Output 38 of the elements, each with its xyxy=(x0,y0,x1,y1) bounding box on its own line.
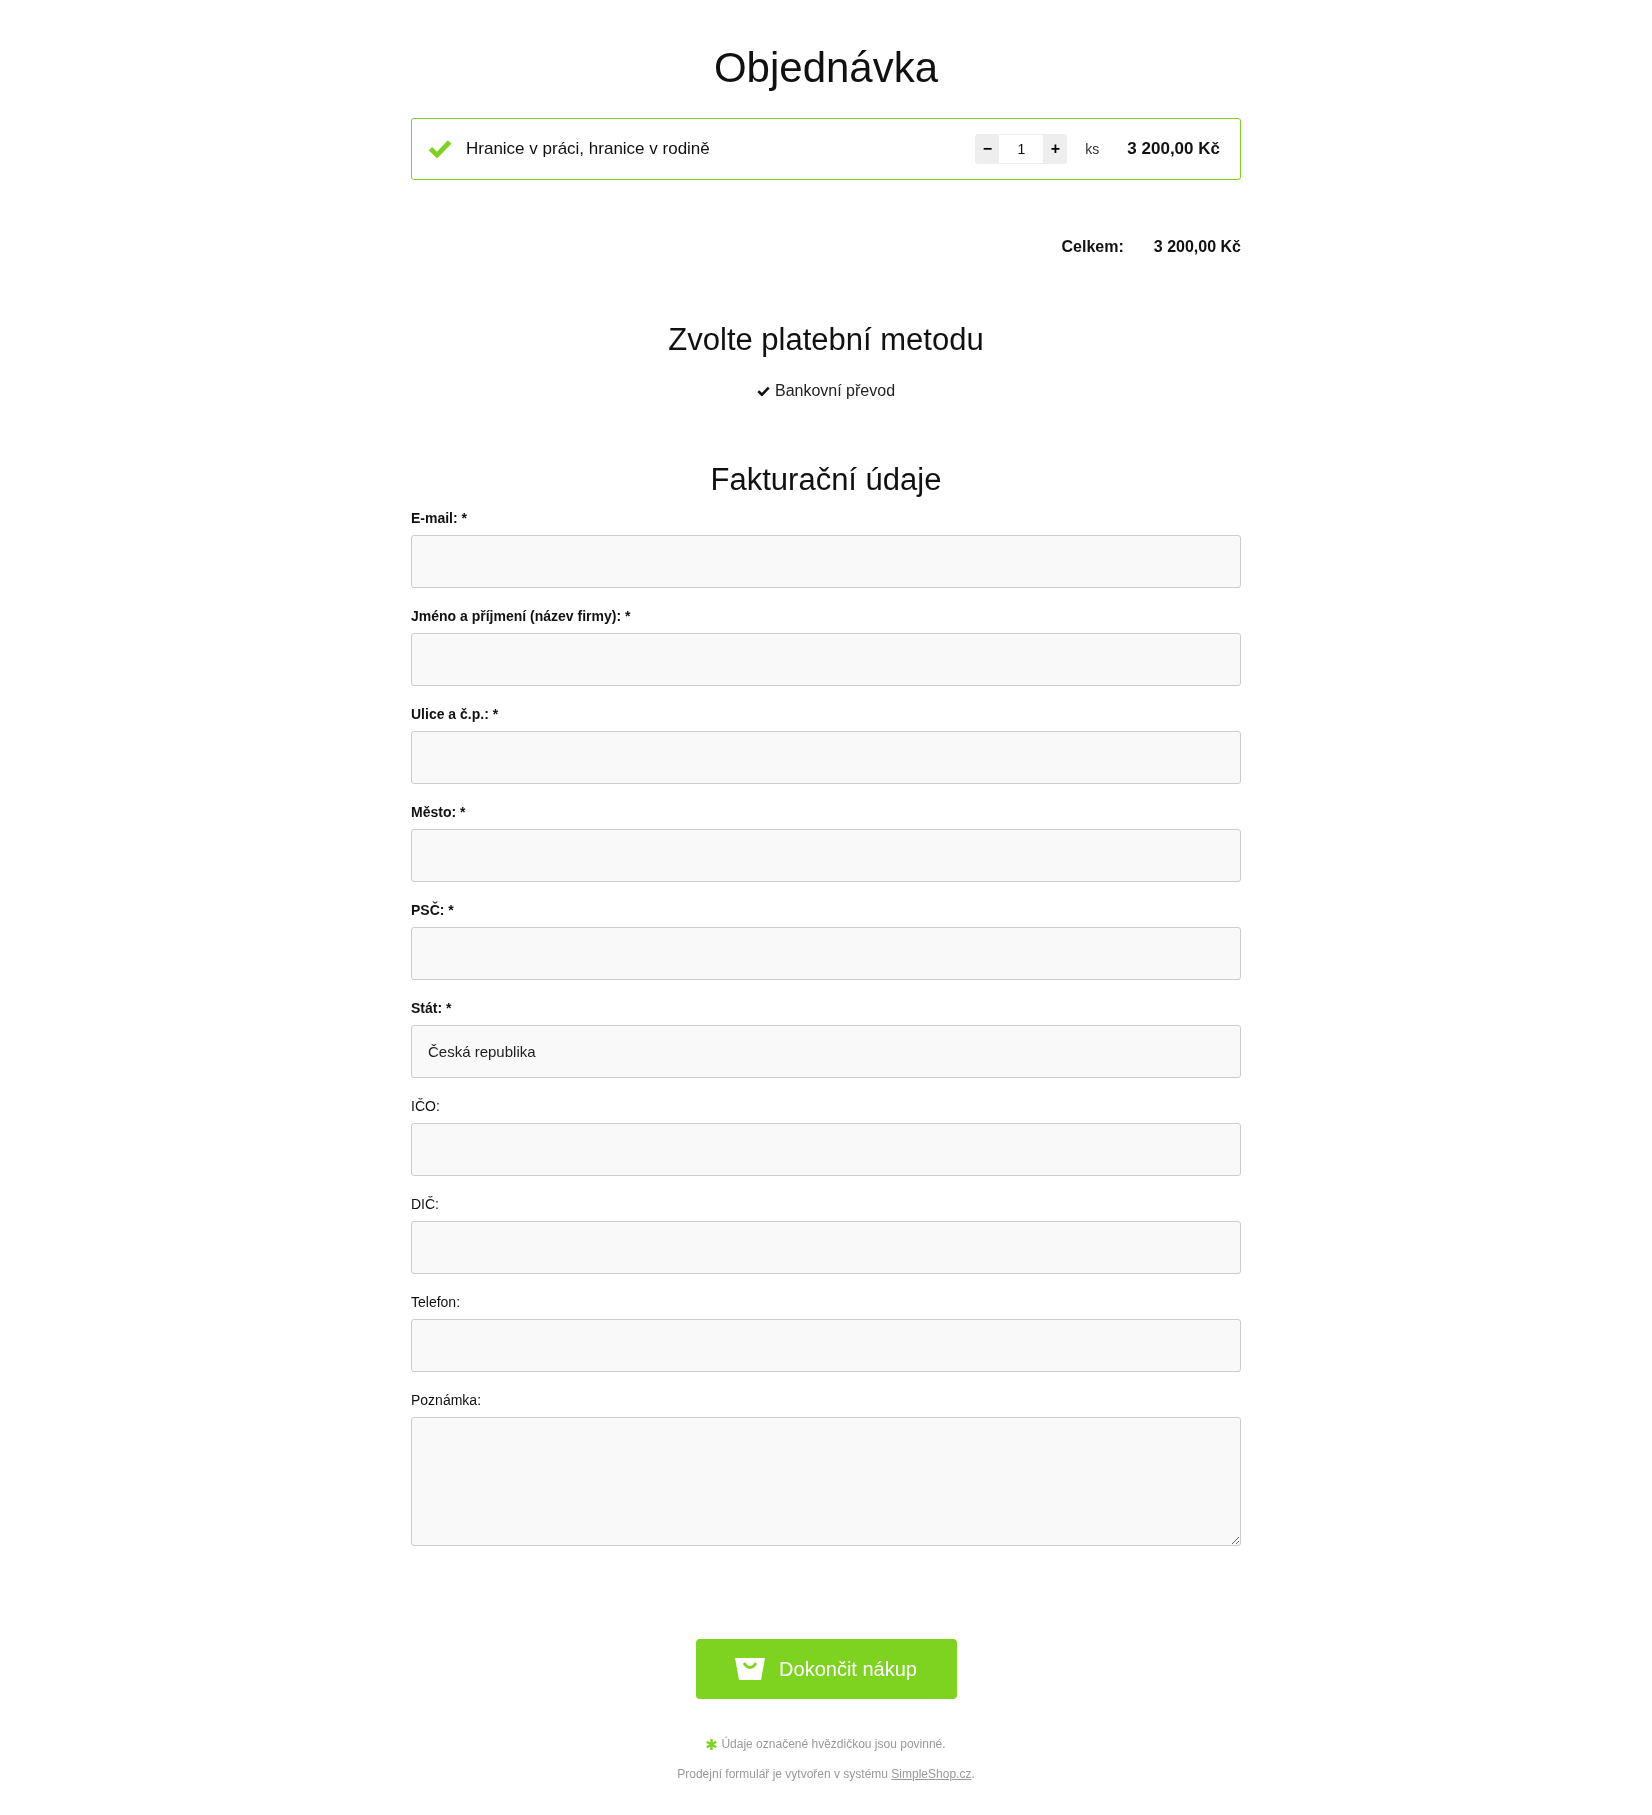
check-icon xyxy=(756,385,770,397)
product-name: Hranice v práci, hranice v rodině xyxy=(466,139,711,159)
field-label: PSČ: * xyxy=(411,902,455,918)
input-field[interactable] xyxy=(411,927,1241,980)
asterisk-icon xyxy=(706,1738,718,1750)
increment-button[interactable]: + xyxy=(1043,134,1068,164)
input-field[interactable] xyxy=(411,633,1241,686)
decrement-button[interactable]: − xyxy=(975,134,1000,164)
note-field[interactable] xyxy=(411,1417,1241,1546)
input-field[interactable] xyxy=(411,1319,1241,1372)
field-label: Poznámka: xyxy=(411,1392,483,1408)
payment-option[interactable]: Bankovní převod xyxy=(756,382,896,400)
field-label: Stát: * xyxy=(411,1000,453,1016)
field-label: Jméno a příjmení (název firmy): * xyxy=(411,608,632,624)
credit-text: Prodejní formulář je vytvořen v systému SimpleShop.cz. xyxy=(676,1767,976,1781)
check-icon xyxy=(428,139,452,159)
input-field[interactable] xyxy=(411,535,1241,588)
input-field[interactable] xyxy=(411,1123,1241,1176)
input-field[interactable]: Česká republika xyxy=(411,1025,1241,1078)
field-label: Ulice a č.p.: * xyxy=(411,706,500,722)
total-value: 3 200,00 Kč xyxy=(1153,238,1241,256)
input-field[interactable] xyxy=(411,731,1241,784)
input-field[interactable] xyxy=(411,1221,1241,1274)
required-note: Údaje označené hvězdičkou jsou povinné. xyxy=(721,1737,946,1751)
page-title: Objednávka xyxy=(713,44,939,92)
field-label: E-mail: * xyxy=(411,510,468,526)
field-label: DIČ: xyxy=(411,1196,440,1212)
basket-icon xyxy=(735,1658,766,1680)
section-heading: Zvolte platební metodu xyxy=(668,322,984,358)
input-field[interactable] xyxy=(411,829,1241,882)
product-price: 3 200,00 Kč xyxy=(1127,139,1220,159)
field-label: Telefon: xyxy=(411,1294,462,1310)
section-heading: Fakturační údaje xyxy=(710,462,942,498)
quantity-field[interactable]: 1 xyxy=(999,135,1044,163)
unit-label: ks xyxy=(1085,141,1100,157)
field-label: IČO: xyxy=(411,1098,441,1114)
field-label: Město: * xyxy=(411,804,467,820)
total-label: Celkem: xyxy=(1061,238,1124,256)
